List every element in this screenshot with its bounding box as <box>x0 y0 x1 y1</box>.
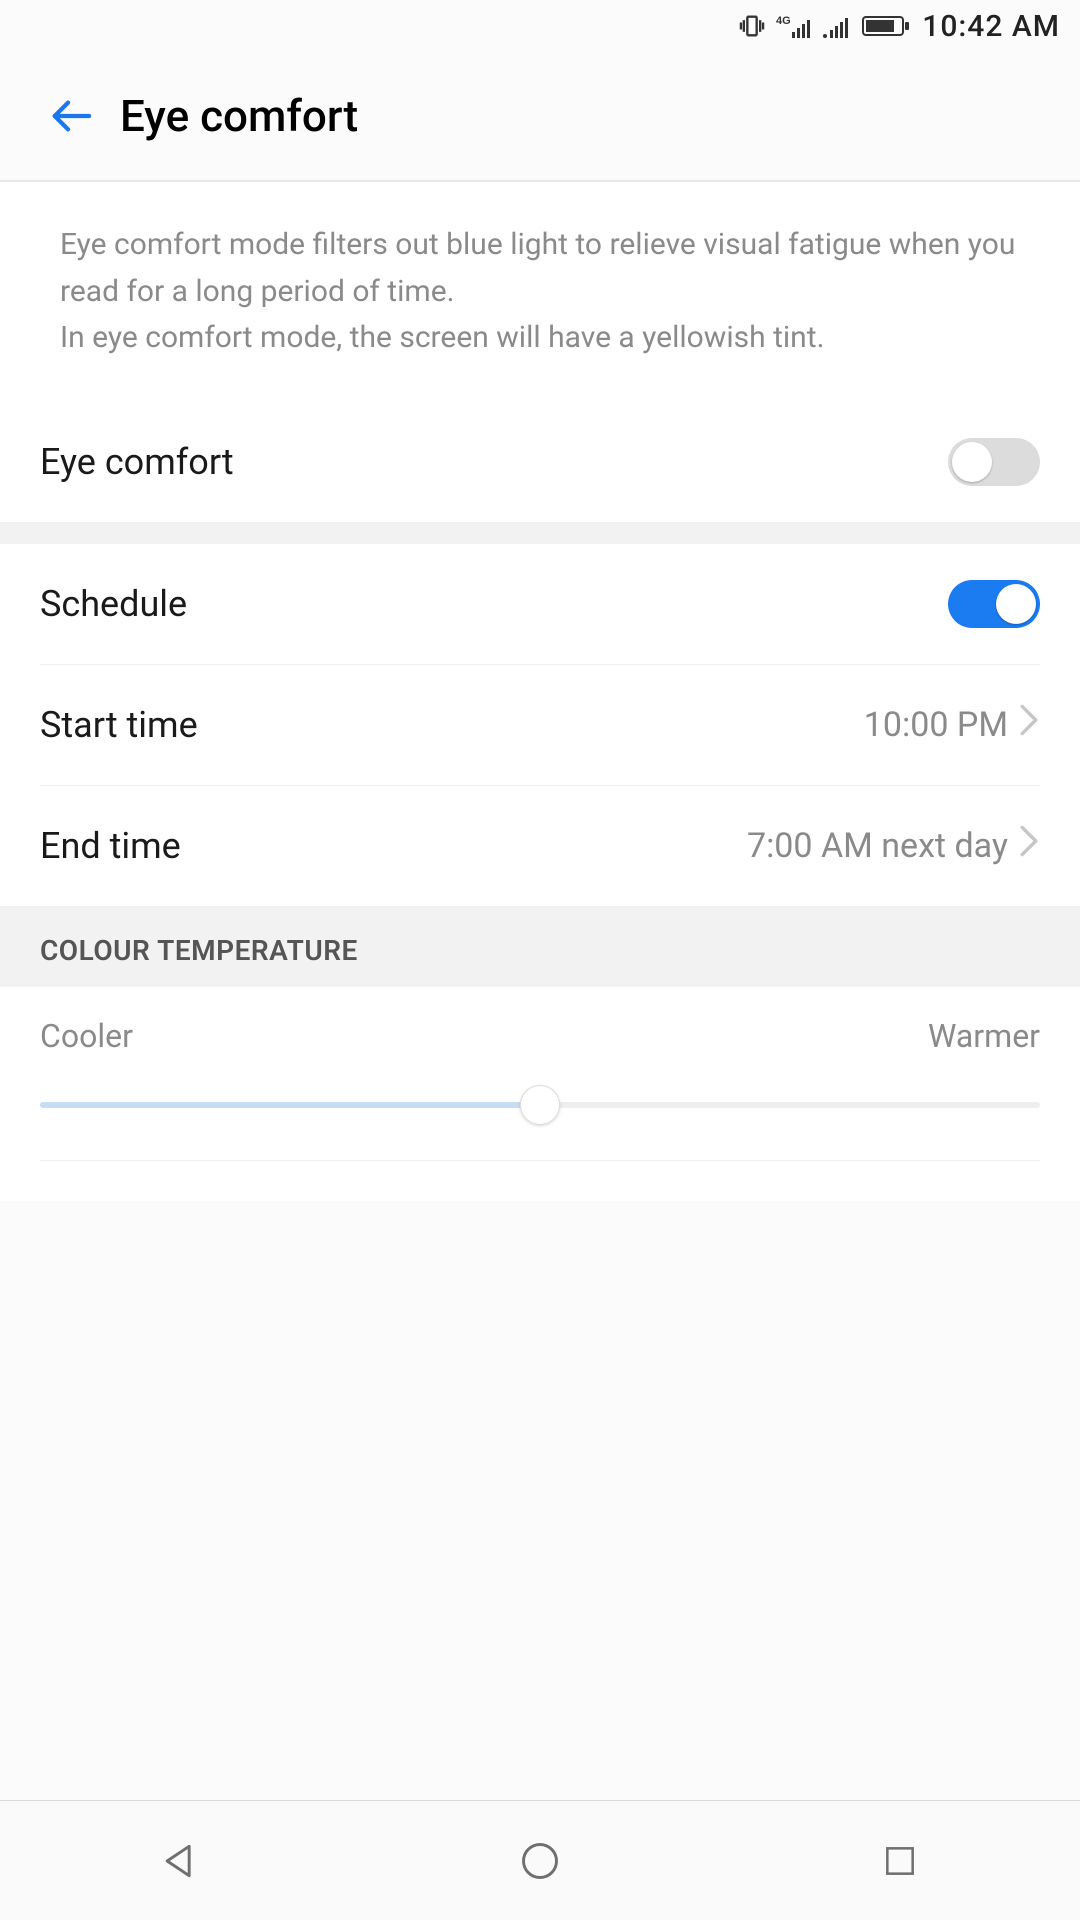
page-title: Eye comfort <box>120 90 358 142</box>
nav-home-button[interactable] <box>480 1821 600 1901</box>
description-text: Eye comfort mode filters out blue light … <box>0 182 1080 402</box>
eye-comfort-label: Eye comfort <box>40 441 234 483</box>
start-time-label: Start time <box>40 704 198 746</box>
start-time-value: 10:00 PM <box>864 705 1008 745</box>
appbar: Eye comfort <box>0 52 1080 182</box>
schedule-toggle[interactable] <box>948 580 1040 628</box>
chevron-right-icon <box>1018 824 1040 867</box>
end-time-row[interactable]: End time 7:00 AM next day <box>0 786 1080 906</box>
battery-icon <box>862 14 910 38</box>
chevron-right-icon <box>1018 703 1040 746</box>
status-bar: 4G <box>0 0 1080 52</box>
colour-temperature-slider[interactable] <box>40 1085 1040 1125</box>
schedule-label: Schedule <box>40 583 187 625</box>
status-icons: 4G <box>738 12 910 40</box>
navigation-bar <box>0 1800 1080 1920</box>
eye-comfort-toggle[interactable] <box>948 438 1040 486</box>
back-button[interactable] <box>30 76 110 156</box>
slider-min-label: Cooler <box>40 1017 133 1055</box>
end-time-value: 7:00 AM next day <box>747 826 1008 866</box>
eye-comfort-row[interactable]: Eye comfort <box>0 402 1080 522</box>
slider-max-label: Warmer <box>928 1017 1040 1055</box>
colour-temperature-header: COLOUR TEMPERATURE <box>0 906 1080 987</box>
nav-back-button[interactable] <box>120 1821 240 1901</box>
vibrate-icon <box>738 12 766 40</box>
end-time-label: End time <box>40 825 181 867</box>
colour-temperature-panel: Cooler Warmer <box>0 987 1080 1201</box>
schedule-row[interactable]: Schedule <box>0 544 1080 664</box>
start-time-row[interactable]: Start time 10:00 PM <box>0 665 1080 785</box>
svg-text:4G: 4G <box>776 15 791 27</box>
nav-recent-button[interactable] <box>840 1821 960 1901</box>
status-time: 10:42 AM <box>922 9 1060 44</box>
signal-4g-icon: 4G <box>776 12 812 40</box>
signal-icon <box>822 12 852 40</box>
